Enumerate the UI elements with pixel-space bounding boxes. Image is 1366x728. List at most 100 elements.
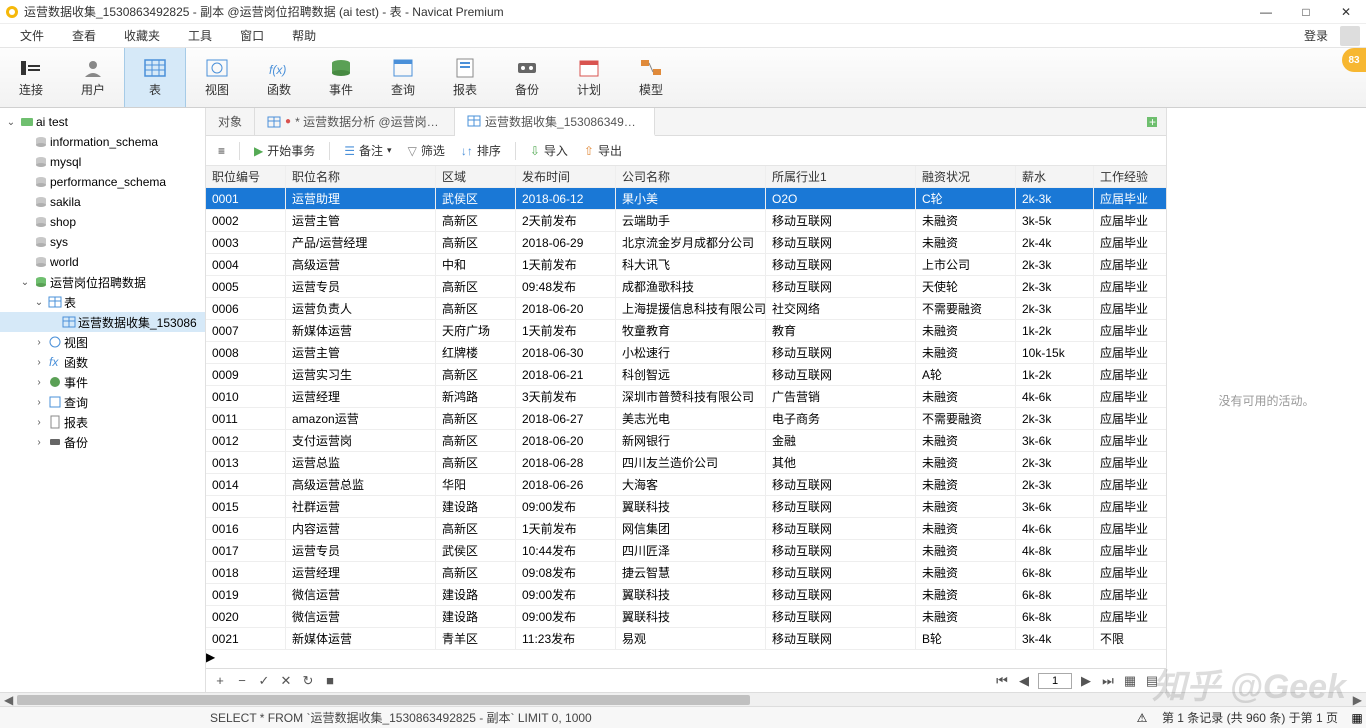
cell[interactable]: 2k-3k [1016, 408, 1094, 430]
cell[interactable]: 09:48发布 [516, 276, 616, 298]
cell[interactable]: 移动互联网 [766, 474, 916, 496]
warning-icon[interactable]: ⚠ [1132, 711, 1152, 725]
cell[interactable]: 0002 [206, 210, 286, 232]
cell[interactable]: 移动互联网 [766, 254, 916, 276]
cell[interactable]: 高级运营总监 [286, 474, 436, 496]
cell[interactable]: 0020 [206, 606, 286, 628]
cell[interactable]: 华阳 [436, 474, 516, 496]
cell[interactable]: 果小美 [616, 188, 766, 210]
cell[interactable]: 不限 [1094, 628, 1166, 650]
cell[interactable]: 2018-06-12 [516, 188, 616, 210]
cell[interactable]: 金融 [766, 430, 916, 452]
cell[interactable]: 未融资 [916, 474, 1016, 496]
menu-帮助[interactable]: 帮助 [278, 25, 330, 46]
cell[interactable]: 电子商务 [766, 408, 916, 430]
nav-query[interactable]: ›查询 [0, 392, 205, 412]
nav-db-open[interactable]: ⌄运营岗位招聘数据 [0, 272, 205, 292]
cell[interactable]: 0014 [206, 474, 286, 496]
menu-收藏夹[interactable]: 收藏夹 [110, 25, 174, 46]
cell[interactable]: 科大讯飞 [616, 254, 766, 276]
cell[interactable]: 11:23发布 [516, 628, 616, 650]
cell[interactable]: 不需要融资 [916, 408, 1016, 430]
toolbar-view-button[interactable]: 视图 [186, 48, 248, 107]
cell[interactable]: 2k-3k [1016, 298, 1094, 320]
cell[interactable]: 天府广场 [436, 320, 516, 342]
cell[interactable]: 深圳市普赞科技有限公司 [616, 386, 766, 408]
cell[interactable]: 4k-6k [1016, 386, 1094, 408]
cell[interactable]: 应届毕业 [1094, 342, 1166, 364]
cell[interactable]: 运营专员 [286, 540, 436, 562]
cell[interactable]: 未融资 [916, 540, 1016, 562]
tab-2[interactable]: 运营数据收集_15308634928... [455, 108, 655, 136]
cell[interactable]: 2018-06-29 [516, 232, 616, 254]
column-header[interactable]: 公司名称 [616, 166, 766, 188]
cell[interactable]: 09:08发布 [516, 562, 616, 584]
cell[interactable]: 0008 [206, 342, 286, 364]
nav-tables-group[interactable]: ⌄表 [0, 292, 205, 312]
cell[interactable]: 0006 [206, 298, 286, 320]
cell[interactable]: 应届毕业 [1094, 540, 1166, 562]
notification-badge[interactable]: 83 [1342, 48, 1366, 72]
nav-func[interactable]: ›fx函数 [0, 352, 205, 372]
cell[interactable]: 应届毕业 [1094, 364, 1166, 386]
cell[interactable]: 未融资 [916, 562, 1016, 584]
cell[interactable]: 未融资 [916, 320, 1016, 342]
cell[interactable]: 应届毕业 [1094, 452, 1166, 474]
page-input[interactable] [1038, 673, 1072, 689]
cell[interactable]: 3k-5k [1016, 210, 1094, 232]
cell[interactable]: 小松速行 [616, 342, 766, 364]
cell[interactable]: 未融资 [916, 342, 1016, 364]
cell[interactable]: 高新区 [436, 518, 516, 540]
cell[interactable]: 四川友兰造价公司 [616, 452, 766, 474]
cell[interactable]: 1k-2k [1016, 320, 1094, 342]
cell[interactable]: 产品/运营经理 [286, 232, 436, 254]
memo-button[interactable]: ☰备注▾ [340, 140, 395, 161]
grid-view-icon[interactable]: ▦ [1122, 673, 1138, 689]
import-button[interactable]: ⇩导入 [526, 140, 572, 161]
cell[interactable]: 移动互联网 [766, 518, 916, 540]
user-avatar-icon[interactable] [1340, 26, 1360, 46]
cell[interactable]: 0003 [206, 232, 286, 254]
cell[interactable]: 运营主管 [286, 342, 436, 364]
login-link[interactable]: 登录 [1296, 25, 1336, 46]
sort-button[interactable]: ↓↑排序 [457, 140, 505, 161]
cell[interactable]: 微信运营 [286, 584, 436, 606]
tab-0[interactable]: 对象 [206, 108, 255, 135]
horizontal-scrollbar[interactable]: ◀ ▶ [0, 692, 1366, 706]
cell[interactable]: 支付运营岗 [286, 430, 436, 452]
cell[interactable]: 应届毕业 [1094, 562, 1166, 584]
cell[interactable]: 中和 [436, 254, 516, 276]
cell[interactable]: 高新区 [436, 452, 516, 474]
cell[interactable]: 应届毕业 [1094, 320, 1166, 342]
cell[interactable]: 新媒体运营 [286, 628, 436, 650]
cell[interactable]: 运营助理 [286, 188, 436, 210]
cell[interactable]: 其他 [766, 452, 916, 474]
cell[interactable]: 2018-06-20 [516, 430, 616, 452]
cell[interactable]: 未融资 [916, 232, 1016, 254]
cell[interactable]: 2k-3k [1016, 452, 1094, 474]
cell[interactable]: 运营总监 [286, 452, 436, 474]
cell[interactable]: 未融资 [916, 518, 1016, 540]
cell[interactable]: 上市公司 [916, 254, 1016, 276]
cell[interactable]: 0005 [206, 276, 286, 298]
cell[interactable]: 移动互联网 [766, 496, 916, 518]
cell[interactable]: 2018-06-28 [516, 452, 616, 474]
cell[interactable]: 翼联科技 [616, 606, 766, 628]
cell[interactable]: 应届毕业 [1094, 606, 1166, 628]
cell[interactable]: 运营主管 [286, 210, 436, 232]
toolbar-model-button[interactable]: 模型 [620, 48, 682, 107]
cell[interactable]: 应届毕业 [1094, 518, 1166, 540]
cell[interactable]: 3k-6k [1016, 496, 1094, 518]
toolbar-connect-button[interactable]: 连接 [0, 48, 62, 107]
cell[interactable]: 移动互联网 [766, 232, 916, 254]
cell[interactable]: 2018-06-20 [516, 298, 616, 320]
cell[interactable]: 建设路 [436, 606, 516, 628]
cell[interactable]: 未融资 [916, 606, 1016, 628]
cell[interactable]: 运营经理 [286, 386, 436, 408]
cell[interactable]: 2018-06-30 [516, 342, 616, 364]
cell[interactable]: 新鸿路 [436, 386, 516, 408]
cell[interactable]: 0013 [206, 452, 286, 474]
cell[interactable]: 高新区 [436, 276, 516, 298]
cell[interactable]: 未融资 [916, 386, 1016, 408]
export-button[interactable]: ⇧导出 [580, 140, 626, 161]
